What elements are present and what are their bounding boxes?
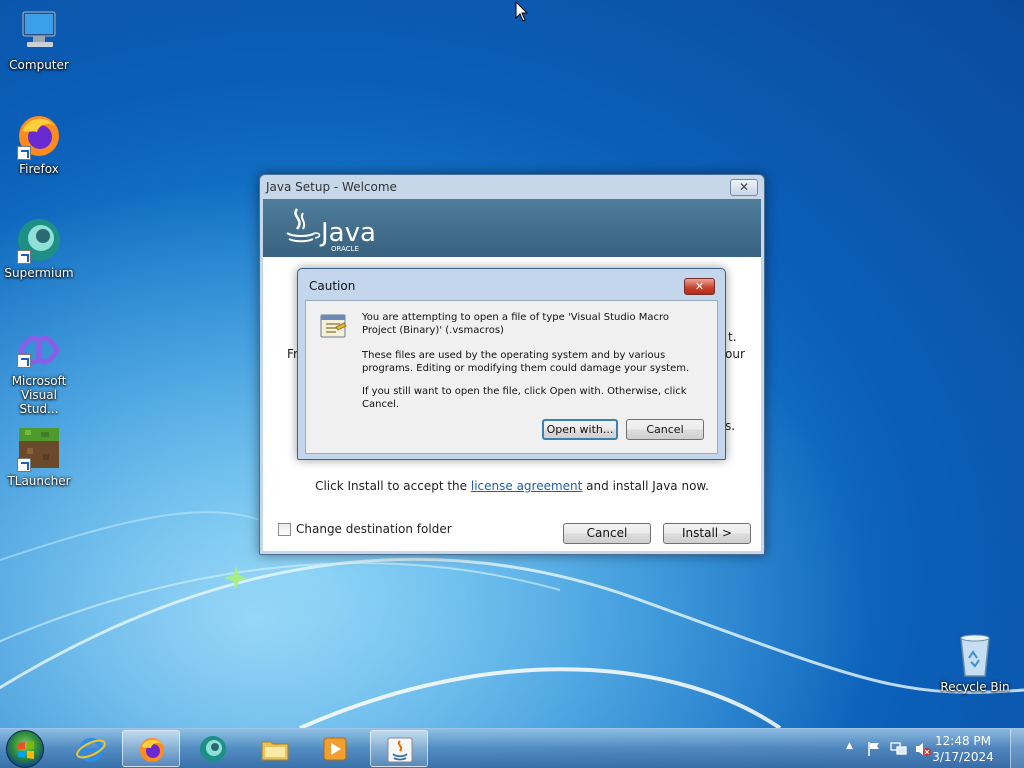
desktop-icon-label: Firefox [19, 162, 59, 176]
recycle-bin-icon [951, 630, 999, 678]
caution-message-warning: These files are used by the operating sy… [362, 350, 690, 374]
folder-icon [261, 741, 289, 761]
desktop-icon-tlauncher[interactable]: TLauncher [0, 424, 78, 488]
action-center-flag-icon[interactable] [866, 741, 882, 757]
system-tray: ▲ [840, 729, 940, 768]
desktop-icon-computer[interactable]: Computer [0, 8, 78, 72]
show-hidden-icons-button[interactable]: ▲ [846, 741, 853, 751]
desktop-icon-visual-studio[interactable]: Microsoft Visual Stud... [0, 330, 78, 416]
desktop-icon-firefox[interactable]: Firefox [0, 112, 78, 176]
java-cancel-button[interactable]: Cancel [563, 523, 651, 544]
java-icon [387, 737, 413, 763]
taskbar-media-player[interactable] [306, 730, 364, 767]
media-player-icon [323, 737, 347, 761]
caution-dialog: Caution ✕ You are attempting to open a f… [297, 268, 726, 460]
computer-icon [15, 8, 63, 56]
install-button[interactable]: Install > [663, 523, 751, 544]
license-agreement-link[interactable]: license agreement [471, 479, 583, 493]
desktop-icon-label: Supermium [4, 266, 74, 280]
oracle-logo-text: ORACLE [331, 245, 359, 253]
java-logo-text: Java [319, 218, 376, 248]
shortcut-arrow-icon [17, 250, 31, 264]
install-instruction: Click Install to accept the license agre… [263, 479, 761, 493]
firefox-icon [15, 112, 63, 160]
clock-time: 12:48 PM [935, 734, 991, 748]
caution-title: Caution [309, 279, 356, 293]
tlauncher-icon [15, 424, 63, 472]
java-setup-title: Java Setup - Welcome [266, 180, 397, 194]
caution-cancel-button[interactable]: Cancel [626, 419, 704, 440]
start-button[interactable] [6, 730, 44, 768]
taskbar-java-setup[interactable] [370, 730, 428, 767]
shortcut-arrow-icon [17, 458, 31, 472]
taskbar-firefox[interactable] [122, 730, 180, 767]
desktop-icon-recycle-bin[interactable]: Recycle Bin [936, 630, 1014, 694]
close-icon[interactable]: ✕ [684, 278, 715, 295]
caution-body: You are attempting to open a file of typ… [305, 300, 718, 454]
install-text-suffix: and install Java now. [582, 479, 709, 493]
shortcut-arrow-icon [17, 146, 31, 160]
file-type-icon [318, 311, 350, 346]
desktop-icon-label: Microsoft Visual Stud... [11, 374, 67, 416]
install-text-prefix: Click Install to accept the [315, 479, 471, 493]
body-text-fragment: t. [728, 330, 737, 344]
network-icon[interactable] [890, 741, 908, 757]
taskbar: ▲ 12:48 PM 3/17/2024 [0, 728, 1024, 768]
open-with-button[interactable]: Open with... [542, 419, 618, 440]
java-logo: Java ORACLE [283, 203, 393, 258]
change-destination-label[interactable]: Change destination folder [296, 522, 452, 536]
java-setup-footer: Change destination folder Cancel Install… [263, 515, 761, 551]
clock-date: 3/17/2024 [932, 750, 994, 764]
desktop-icon-label: TLauncher [7, 474, 71, 488]
show-desktop-button[interactable] [1010, 729, 1024, 768]
desktop-icon-supermium[interactable]: Supermium [0, 216, 78, 280]
visual-studio-icon [15, 330, 63, 370]
clock[interactable]: 12:48 PM 3/17/2024 [928, 733, 998, 765]
windows-logo-icon [18, 741, 34, 759]
taskbar-supermium[interactable] [184, 730, 242, 767]
supermium-icon [15, 216, 63, 264]
caution-message-filetype: You are attempting to open a file of typ… [362, 312, 670, 336]
close-icon[interactable]: ✕ [730, 179, 758, 196]
supermium-icon [200, 736, 226, 762]
body-text-fragment: s. [725, 419, 736, 433]
desktop-icon-label: Computer [9, 58, 69, 72]
caution-message-instruction: If you still want to open the file, clic… [362, 386, 687, 410]
taskbar-file-explorer[interactable] [246, 730, 304, 767]
taskbar-internet-explorer[interactable] [62, 730, 120, 767]
firefox-icon [140, 738, 164, 762]
change-destination-checkbox[interactable] [278, 523, 291, 536]
java-banner: Java ORACLE [263, 199, 761, 257]
body-text-fragment: our [725, 347, 745, 361]
mouse-cursor-icon [515, 1, 529, 22]
desktop-icon-label: Recycle Bin [940, 680, 1010, 694]
shortcut-arrow-icon [17, 354, 31, 368]
internet-explorer-icon [76, 738, 106, 762]
